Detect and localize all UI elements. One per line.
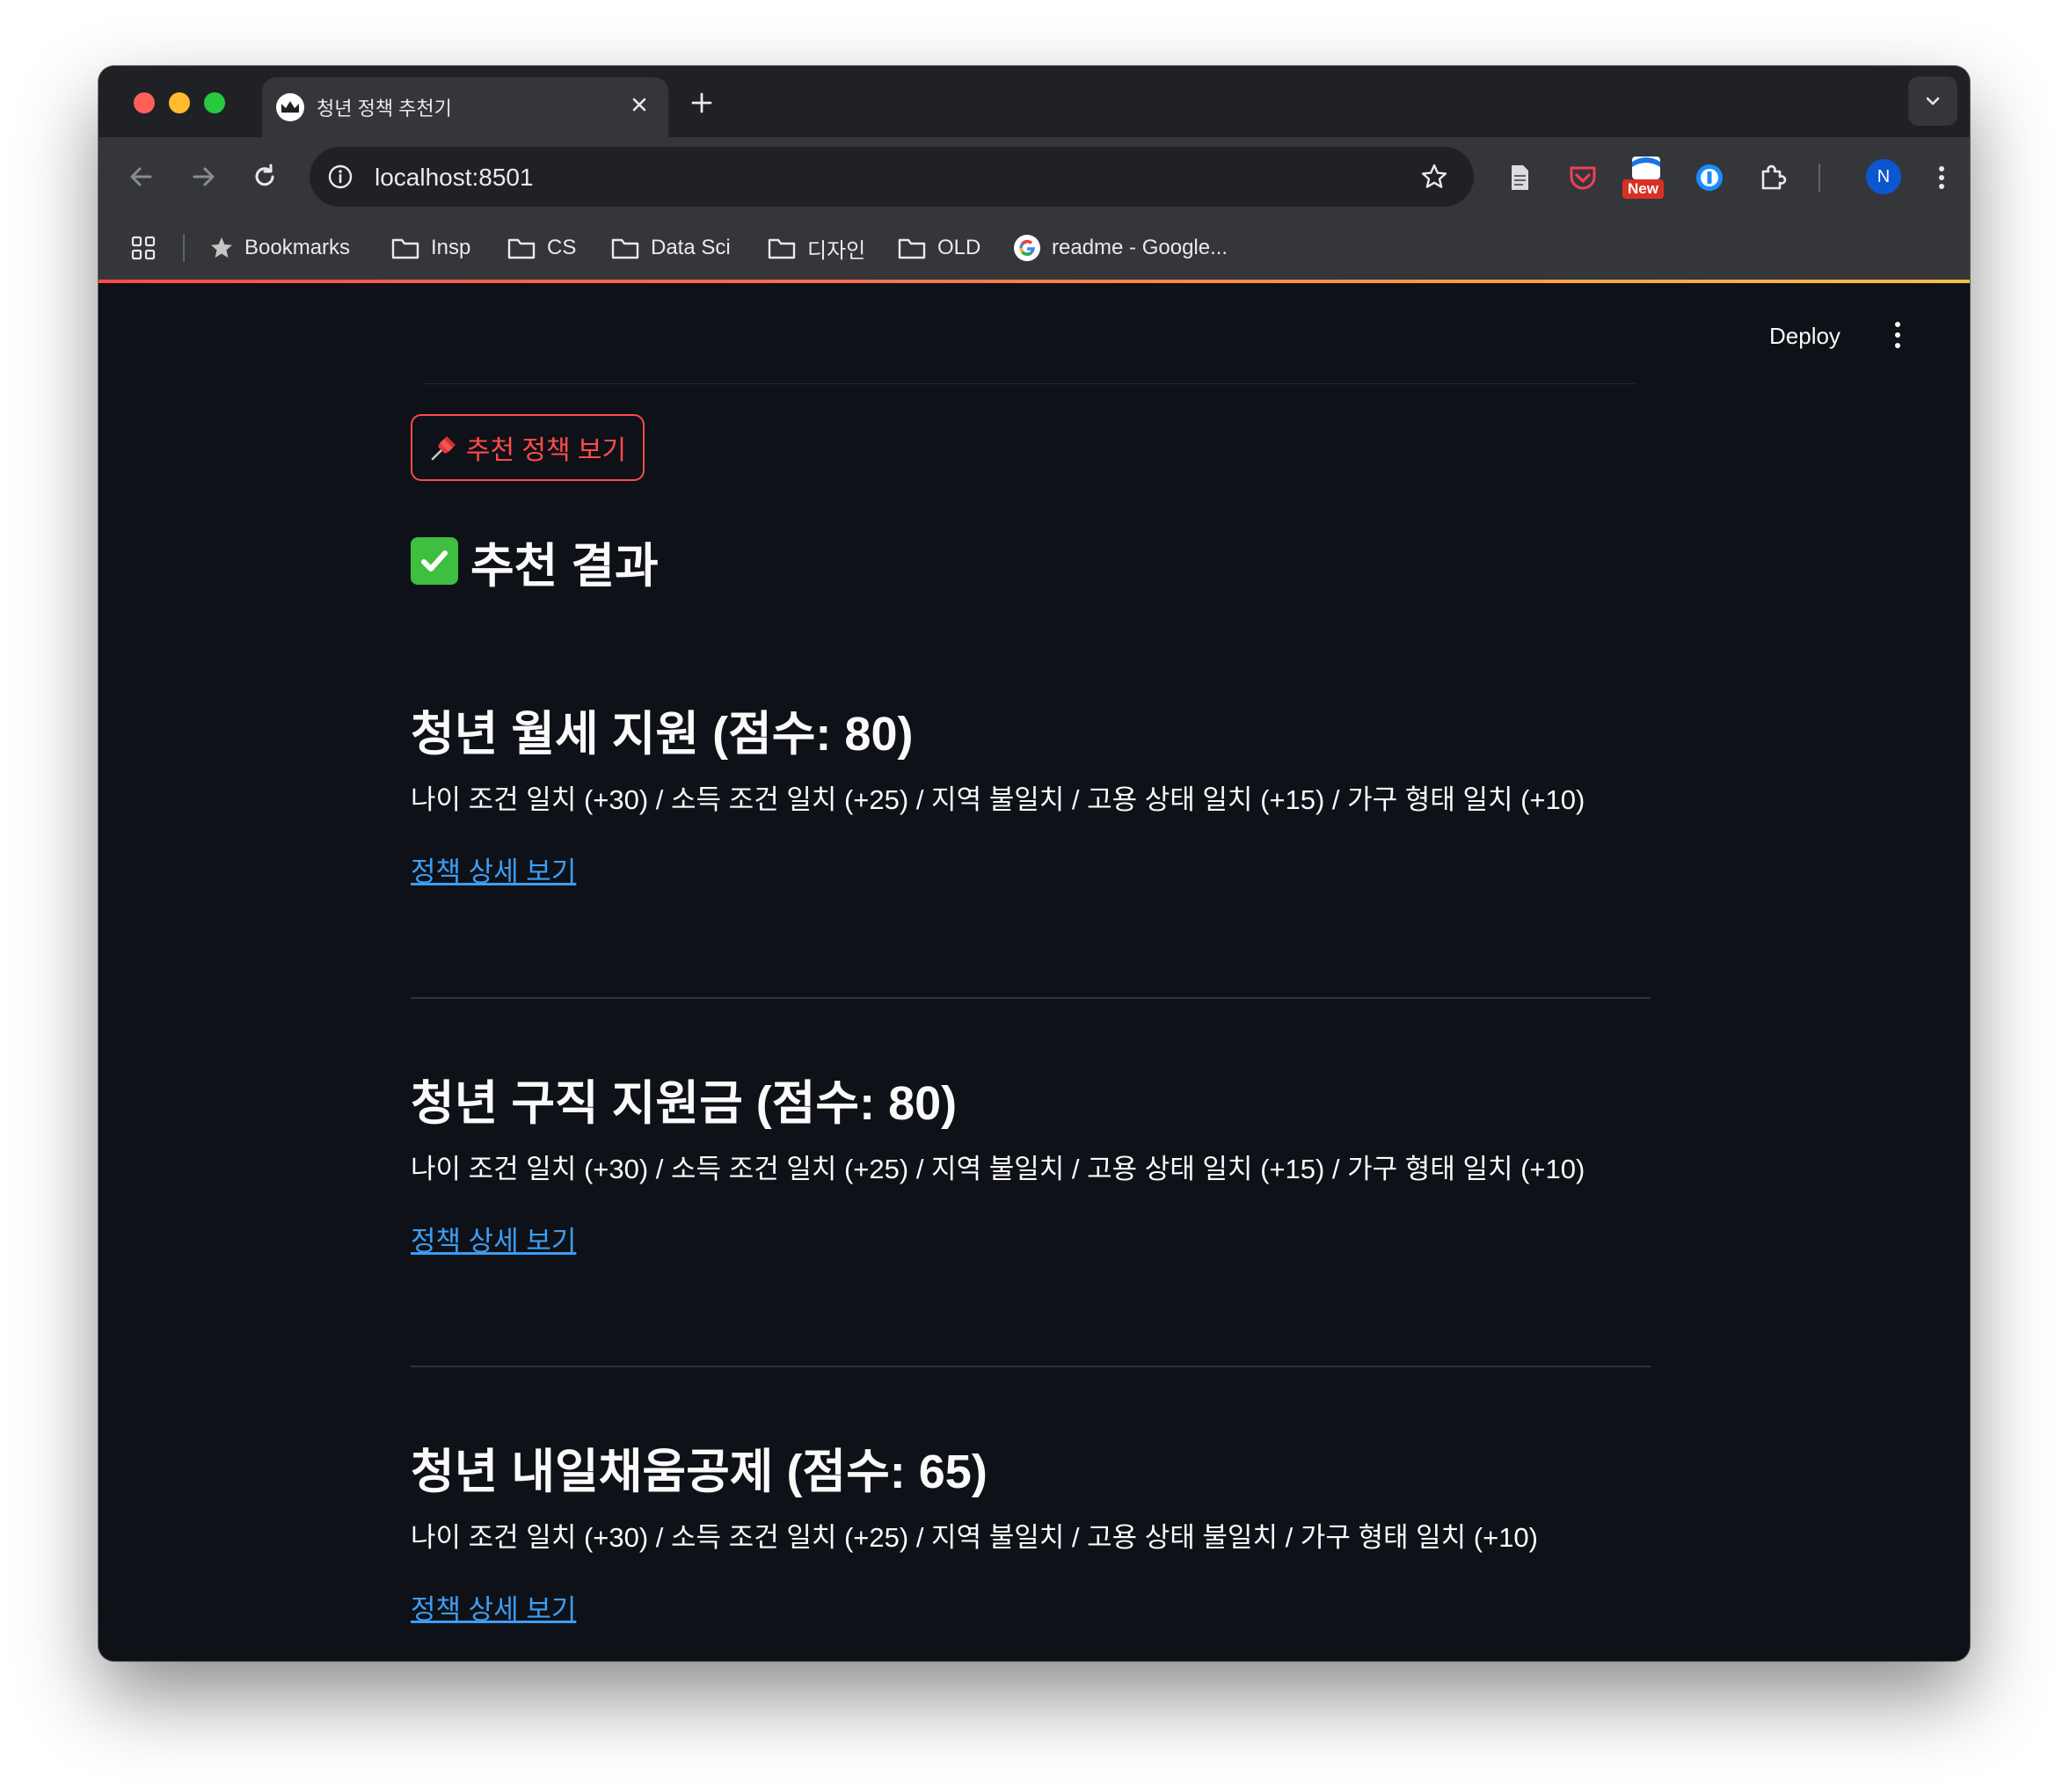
- policy-title: 청년 구직 지원금 (점수: 80): [411, 1077, 958, 1130]
- pushpin-icon: [431, 436, 456, 461]
- bookmark-label: CS: [547, 236, 577, 259]
- bookmarks-divider: [183, 234, 185, 262]
- toolbar-divider: [1819, 164, 1820, 192]
- chevron-down-icon: [1926, 97, 1940, 106]
- tab-title: 청년 정책 추천기: [317, 98, 452, 120]
- folder-icon: [611, 238, 639, 259]
- document-extension-icon[interactable]: [1502, 160, 1537, 195]
- minimize-window-button[interactable]: [169, 92, 190, 113]
- recommend-button[interactable]: 추천 정책 보기: [411, 414, 645, 481]
- browser-window: 청년 정책 추천기 localhost:8501 New N Bookmarks…: [98, 66, 1970, 1661]
- folder-icon: [391, 238, 419, 259]
- forward-icon[interactable]: [185, 158, 222, 195]
- policy-title: 청년 내일채움공제 (점수: 65): [411, 1446, 988, 1498]
- bookmark-label: Bookmarks: [244, 236, 351, 259]
- bookmark-cs[interactable]: CS: [507, 232, 576, 264]
- address-url: localhost:8501: [375, 164, 534, 191]
- folder-icon: [507, 238, 536, 259]
- folder-icon: [898, 238, 926, 259]
- policy-divider: [411, 1366, 1651, 1367]
- google-icon: [1014, 235, 1040, 261]
- bookmark-label: Insp: [431, 236, 471, 259]
- app-main: Deploy 추천 정책 보기 추천 결과 청년 월세 지원 (점수: 80) …: [98, 283, 1970, 1661]
- policy-divider: [411, 997, 1651, 999]
- bookmark-label: OLD: [937, 236, 981, 259]
- bookmark-readme[interactable]: readme - Google...: [1013, 232, 1228, 264]
- bookmarks-bar: Bookmarks Insp CS Data Sci 디자인 OLD readm…: [98, 216, 1970, 280]
- bookmark-star-icon[interactable]: [1419, 162, 1449, 192]
- bookmark-data-sci[interactable]: Data Sci: [610, 232, 731, 264]
- policy-card: 청년 월세 지원 (점수: 80) 나이 조건 일치 (+30) / 소득 조건…: [411, 703, 1651, 892]
- policy-detail-link[interactable]: 정책 상세 보기: [411, 853, 576, 892]
- apps-grid-icon[interactable]: [130, 232, 167, 264]
- puzzle-icon[interactable]: [1755, 160, 1790, 195]
- site-info-icon[interactable]: [325, 162, 355, 192]
- tab-search-button[interactable]: [1908, 76, 1957, 126]
- folder-icon: [768, 238, 796, 259]
- bookmark-design[interactable]: 디자인: [767, 232, 865, 264]
- policy-title: 청년 월세 지원 (점수: 80): [411, 708, 914, 761]
- header-divider: [422, 383, 1636, 384]
- back-icon[interactable]: [123, 158, 160, 195]
- policy-reasons: 나이 조건 일치 (+30) / 소득 조건 일치 (+25) / 지역 불일치…: [411, 784, 1585, 815]
- tab-active[interactable]: 청년 정책 추천기: [262, 77, 668, 137]
- recommend-button-label: 추천 정책 보기: [465, 436, 627, 465]
- policy-card: 청년 내일채움공제 (점수: 65) 나이 조건 일치 (+30) / 소득 조…: [411, 1441, 1651, 1629]
- star-icon: [211, 237, 232, 258]
- app-menu-icon[interactable]: [1893, 322, 1902, 352]
- close-window-button[interactable]: [134, 92, 155, 113]
- bookmark-label: Data Sci: [651, 236, 731, 259]
- pocket-extension-icon[interactable]: [1565, 160, 1600, 195]
- address-bar[interactable]: localhost:8501: [310, 147, 1474, 207]
- bookmark-label: 디자인: [807, 238, 866, 263]
- policy-detail-link[interactable]: 정책 상세 보기: [411, 1591, 576, 1629]
- crown-icon: [276, 93, 304, 121]
- policy-reasons: 나이 조건 일치 (+30) / 소득 조건 일치 (+25) / 지역 불일치…: [411, 1154, 1585, 1184]
- browser-toolbar: localhost:8501 New N: [98, 137, 1970, 216]
- new-tab-icon[interactable]: [688, 89, 716, 117]
- check-mark-icon: [411, 537, 458, 585]
- maximize-window-button[interactable]: [204, 92, 225, 113]
- policy-reasons: 나이 조건 일치 (+30) / 소득 조건 일치 (+25) / 지역 불일치…: [411, 1522, 1538, 1553]
- result-heading-text: 추천 결과: [470, 539, 659, 593]
- browser-menu-icon[interactable]: [1924, 160, 1959, 195]
- policy-detail-link[interactable]: 정책 상세 보기: [411, 1222, 576, 1261]
- bookmark-bookmarks[interactable]: Bookmarks: [209, 232, 350, 264]
- close-tab-icon[interactable]: [626, 91, 652, 118]
- result-heading: 추천 결과: [411, 533, 659, 593]
- new-badge: New: [1622, 179, 1664, 199]
- bookmark-insp[interactable]: Insp: [390, 232, 470, 264]
- profile-avatar[interactable]: N: [1866, 159, 1901, 194]
- tab-strip: 청년 정책 추천기: [98, 66, 1970, 137]
- bookmark-label: readme - Google...: [1052, 236, 1228, 259]
- bookmark-old[interactable]: OLD: [897, 232, 980, 264]
- reload-icon[interactable]: [246, 158, 283, 195]
- policy-card: 청년 구직 지원금 (점수: 80) 나이 조건 일치 (+30) / 소득 조…: [411, 1073, 1651, 1261]
- password-manager-icon[interactable]: [1692, 160, 1727, 195]
- deploy-button[interactable]: Deploy: [1769, 323, 1840, 350]
